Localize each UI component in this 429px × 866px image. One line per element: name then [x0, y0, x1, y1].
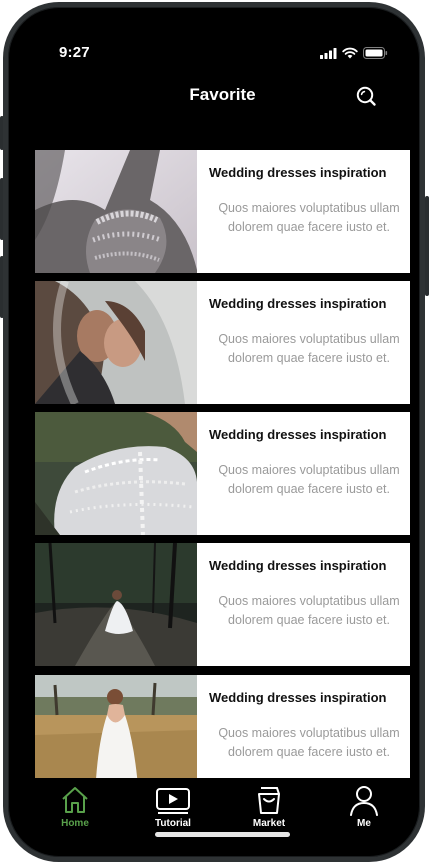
card-description: Quos maiores voluptatibus ullam dolorem …: [218, 332, 400, 365]
tab-label: Market: [252, 818, 286, 829]
tab-me[interactable]: Me: [324, 784, 404, 829]
shopping-bag-icon: [258, 787, 280, 814]
card-body: Wedding dresses inspiration Quos maiores…: [197, 150, 410, 273]
tab-label: Me: [357, 818, 371, 829]
card-image: [35, 150, 197, 273]
card-image: [35, 412, 197, 535]
card-body: Wedding dresses inspiration Quos maiores…: [197, 412, 410, 535]
card-description: Quos maiores voluptatibus ullam dolorem …: [218, 463, 400, 496]
card-description: Quos maiores voluptatibus ullam dolorem …: [218, 594, 400, 627]
status-time: 9:27: [59, 44, 90, 61]
favorite-card[interactable]: Wedding dresses inspiration Quos maiores…: [35, 412, 410, 535]
card-title: Wedding dresses inspiration: [209, 690, 387, 705]
card-body: Wedding dresses inspiration Quos maiores…: [197, 281, 410, 404]
card-title: Wedding dresses inspiration: [209, 427, 387, 442]
power-button: [425, 196, 429, 296]
tab-label: Home: [61, 818, 89, 829]
favorite-card[interactable]: Wedding dresses inspiration Quos maiores…: [35, 150, 410, 273]
tab-label: Tutorial: [155, 818, 191, 829]
person-icon: [350, 786, 378, 816]
card-image: [35, 281, 197, 404]
favorite-card[interactable]: Wedding dresses inspiration Quos maiores…: [35, 281, 410, 404]
home-icon: [62, 787, 88, 813]
status-bar: 9:27: [35, 29, 410, 77]
card-title: Wedding dresses inspiration: [209, 296, 387, 311]
search-icon: [356, 86, 376, 106]
battery-icon: [363, 47, 388, 59]
tab-market[interactable]: Market: [229, 784, 309, 829]
tab-home[interactable]: Home: [35, 784, 115, 829]
card-image: [35, 543, 197, 666]
card-title: Wedding dresses inspiration: [209, 165, 387, 180]
card-description: Quos maiores voluptatibus ullam dolorem …: [218, 726, 400, 759]
home-indicator: [155, 832, 290, 837]
search-button[interactable]: [354, 84, 378, 108]
card-description: Quos maiores voluptatibus ullam dolorem …: [218, 201, 400, 234]
card-body: Wedding dresses inspiration Quos maiores…: [197, 543, 410, 666]
wifi-icon: [342, 47, 358, 59]
signal-icon: [320, 47, 337, 59]
favorite-card[interactable]: Wedding dresses inspiration Quos maiores…: [35, 543, 410, 666]
status-icons: [320, 47, 388, 59]
phone-frame: 9:27 Favorite Wedding dresses inspiratio…: [3, 2, 425, 862]
nav-header: Favorite: [35, 77, 410, 117]
app-screen: 9:27 Favorite Wedding dresses inspiratio…: [35, 29, 410, 846]
card-title: Wedding dresses inspiration: [209, 558, 387, 573]
tab-tutorial[interactable]: Tutorial: [133, 784, 213, 829]
video-play-icon: [156, 788, 190, 814]
